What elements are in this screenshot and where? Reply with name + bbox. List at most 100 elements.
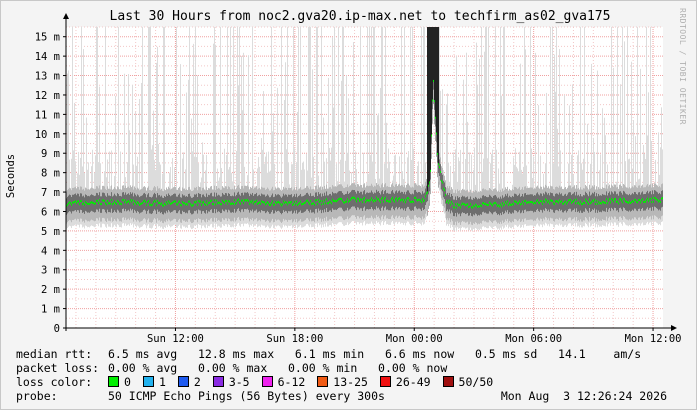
median-point [168, 200, 169, 203]
median-point [200, 200, 201, 203]
y-tick-label: 3 m [41, 265, 60, 277]
median-point [477, 206, 478, 209]
median-point [566, 202, 567, 205]
median-point [217, 202, 218, 205]
median-point [459, 203, 460, 206]
median-point [173, 200, 174, 203]
median-point [218, 201, 219, 204]
median-point [628, 201, 629, 204]
y-tick-labels: 0 1 m 2 m 3 m 4 m 5 m 6 m 7 m 8 m 9 m 10 m 11 m 12 m… [35, 32, 60, 335]
median-point [633, 200, 634, 203]
median-point [221, 203, 222, 206]
median-point [392, 196, 393, 199]
smoke-spike [430, 27, 431, 171]
median-point [587, 201, 588, 204]
median-point [650, 197, 651, 200]
median-point [460, 206, 461, 209]
median-point [654, 196, 655, 199]
x-tick-label: Mon 06:00 [505, 333, 562, 345]
median-point [115, 202, 116, 205]
loss-color-item-label: 50/50 [458, 375, 494, 389]
median-point [578, 201, 579, 204]
median-point [428, 184, 429, 187]
median-point [214, 199, 215, 202]
median-point [435, 116, 436, 119]
median-point [358, 197, 359, 200]
median-point [518, 201, 519, 204]
loss-color-item: 2 [177, 376, 201, 389]
median-point [594, 198, 595, 201]
median-point [361, 198, 362, 201]
median-point [653, 200, 654, 203]
median-point [229, 200, 230, 203]
median-point [135, 201, 136, 204]
median-point [206, 200, 207, 203]
median-point [583, 201, 584, 204]
median-point [299, 202, 300, 205]
median-rtt-values: 6.5 ms avg 12.8 ms max 6.1 ms min 6.6 ms… [108, 347, 642, 361]
median-point [263, 201, 264, 204]
median-point [577, 202, 578, 205]
median-point [485, 202, 486, 205]
median-point [335, 199, 336, 202]
median-point [117, 199, 118, 202]
median-point [78, 200, 79, 203]
median-point [616, 200, 617, 203]
y-tick-label: 15 m [35, 32, 60, 44]
median-point [541, 200, 542, 203]
median-point [301, 203, 302, 206]
median-point [325, 202, 326, 205]
median-point [276, 202, 277, 205]
median-point [504, 203, 505, 206]
median-point [661, 197, 662, 200]
median-point [297, 204, 298, 207]
median-point [528, 201, 529, 204]
median-point [339, 197, 340, 200]
median-point [463, 203, 464, 206]
median-point [92, 201, 93, 204]
median-point [209, 201, 210, 204]
median-point [560, 200, 561, 203]
median-point [522, 200, 523, 203]
probe-description: 50 ICMP Echo Pings (56 Bytes) every 300s [108, 389, 385, 403]
median-point [359, 199, 360, 202]
median-point [588, 202, 589, 205]
y-tick-label: 5 m [41, 226, 60, 238]
median-point [409, 199, 410, 202]
median-point [231, 202, 232, 205]
loss-color-swatch [317, 376, 329, 387]
smoke-spike [428, 27, 429, 186]
median-point [68, 202, 69, 205]
median-point [539, 202, 540, 205]
median-point [412, 200, 413, 203]
median-point [464, 203, 465, 206]
smoke-spike [433, 27, 434, 81]
median-point [505, 200, 506, 203]
median-point [394, 200, 395, 203]
median-point [429, 181, 430, 184]
median-point [70, 201, 71, 204]
loss-color-item: 0 [108, 376, 131, 389]
median-point [596, 199, 597, 202]
median-point [401, 198, 402, 201]
median-point [472, 206, 473, 209]
median-point [414, 196, 415, 199]
median-point [153, 201, 154, 204]
median-point [521, 202, 522, 205]
median-point [193, 203, 194, 206]
median-point [610, 201, 611, 204]
median-point [606, 198, 607, 201]
median-point [383, 200, 384, 203]
median-point [207, 203, 208, 206]
median-point [592, 199, 593, 202]
median-point [595, 203, 596, 206]
median-point [111, 198, 112, 201]
median-point [90, 201, 91, 204]
median-point [385, 196, 386, 199]
median-point [490, 202, 491, 205]
median-point [545, 198, 546, 201]
median-point [302, 203, 303, 206]
median-point [390, 200, 391, 203]
loss-color-item: 3-5 [212, 376, 250, 389]
median-point [624, 198, 625, 201]
